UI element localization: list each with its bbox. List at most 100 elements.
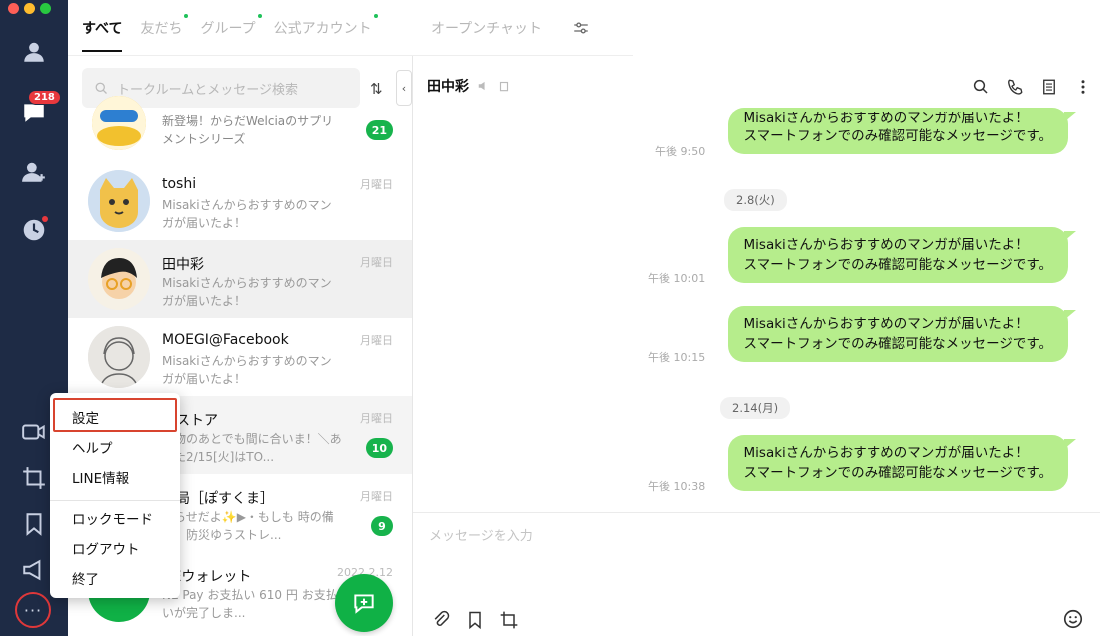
search-placeholder: トークルームとメッセージ検索	[117, 82, 298, 98]
tab-label: 公式アカウント	[273, 20, 372, 37]
avatar	[88, 248, 150, 310]
menu-item-line-info[interactable]: LINE情報	[72, 467, 129, 487]
new-chat-button[interactable]	[335, 574, 393, 632]
chat-header-actions	[972, 78, 1092, 96]
timeline-nav-button[interactable]	[18, 214, 50, 246]
cat-avatar-icon	[88, 170, 150, 232]
new-dot	[373, 13, 378, 18]
phone-icon[interactable]	[1006, 78, 1024, 96]
minimize-window-button[interactable]	[24, 3, 35, 14]
avatar	[88, 326, 150, 388]
chat-date: 月曜日	[360, 256, 393, 269]
bookmark-icon[interactable]	[465, 610, 485, 630]
crop-icon[interactable]	[499, 610, 519, 630]
menu-item-logout[interactable]: ログアウト	[72, 538, 140, 558]
chat-unread-badge: 218	[28, 90, 61, 105]
message-line: スマートフォンでのみ確認可能なメッセージです。	[743, 465, 1052, 481]
keep-nav-button[interactable]	[18, 508, 50, 540]
tab-official-accounts[interactable]: 公式アカウント	[273, 0, 378, 56]
chat-preview: 知らせだよ✨▶・もしも 時の備え、防災ゆうストレ...	[162, 510, 334, 542]
chat-list-item[interactable]: toshi Misakiさんからおすすめのマンガが届いたよ！ 月曜日	[68, 162, 412, 240]
search-icon	[95, 82, 107, 94]
more-vertical-icon[interactable]	[1074, 78, 1092, 96]
message-line: Misakiさんからおすすめのマンガが届いたよ！	[743, 316, 1029, 332]
timeline-notification-dot	[42, 216, 48, 222]
search-icon[interactable]	[972, 78, 990, 96]
tab-label: オープンチャット	[431, 20, 543, 37]
emoji-icon[interactable]	[1062, 608, 1084, 630]
bookmark-icon	[26, 513, 42, 536]
close-window-button[interactable]	[8, 3, 19, 14]
chat-header: 田中彩	[413, 56, 1100, 116]
message-line: スマートフォンでのみ確認可能なメッセージです。	[743, 257, 1052, 273]
menu-item-settings[interactable]: 設定	[72, 407, 99, 427]
new-chat-icon	[354, 594, 374, 614]
chat-date: 月曜日	[360, 178, 393, 191]
more-menu-button[interactable]: ···	[15, 592, 51, 628]
mute-icon	[478, 81, 485, 91]
message-bubble[interactable]: Misakiさんからおすすめのマンガが届いたよ！ スマートフォンでのみ確認可能な…	[727, 435, 1077, 491]
more-popup-menu: 設定 ヘルプ LINE情報 ロックモード ログアウト 終了	[50, 393, 180, 598]
tab-all[interactable]: すべて	[82, 0, 123, 56]
welcia-logo-icon	[92, 96, 146, 150]
copy-icon[interactable]	[497, 79, 511, 93]
unread-badge: 9	[371, 516, 393, 536]
message-bubble[interactable]: Misakiさんからおすすめのマンガが届いたよ！ スマートフォンでのみ確認可能な…	[727, 306, 1077, 362]
menu-item-lock-mode[interactable]: ロックモード	[72, 508, 153, 528]
chat-title: 田中彩	[427, 79, 469, 95]
video-call-nav-button[interactable]	[18, 416, 50, 448]
menu-item-quit[interactable]: 終了	[72, 568, 99, 588]
megaphone-icon	[23, 559, 41, 581]
new-dot	[257, 13, 262, 18]
chat-preview: Misakiさんからおすすめのマンガが届いたよ！	[162, 354, 332, 386]
screenshot-nav-button[interactable]	[18, 462, 50, 494]
ellipsis-icon: ···	[23, 600, 43, 620]
date-chip: 2.8(火)	[724, 189, 787, 211]
message-bubble[interactable]: Misakiさんからおすすめのマンガが届いたよ！ スマートフォンでのみ確認可能な…	[727, 227, 1077, 283]
message-time: 午後 10:15	[648, 351, 706, 364]
message-line: Misakiさんからおすすめのマンガが届いたよ！	[743, 237, 1029, 253]
menu-divider	[50, 500, 180, 501]
message-line: スマートフォンでのみ確認可能なメッセージです。	[743, 336, 1052, 352]
tab-label: すべて	[82, 20, 123, 37]
friends-nav-button[interactable]	[18, 36, 50, 68]
tab-label: 友だち	[140, 20, 183, 37]
collapse-list-button[interactable]: ‹	[396, 70, 412, 106]
message-input-area: メッセージを入力	[413, 512, 1100, 636]
chat-preview: 新登場！からだWelciaのサプリメントシリーズ	[162, 114, 334, 146]
window-controls	[8, 3, 51, 14]
tab-groups[interactable]: グループ	[200, 0, 262, 56]
unread-badge: 21	[365, 120, 393, 140]
line-app-window: 218 ··· すべて 友だち グループ 公式アカウント オープンチャット トー…	[0, 0, 1100, 636]
sort-button[interactable]: ⇅	[370, 80, 383, 98]
announcement-nav-button[interactable]	[18, 554, 50, 586]
message-bubble[interactable]: Misakiさんからおすすめのマンガが届いたよ！ スマートフォンでのみ確認可能な…	[727, 108, 1077, 154]
filter-settings-button[interactable]	[572, 0, 590, 56]
tab-open-chat[interactable]: オープンチャット	[431, 0, 542, 56]
message-time: 午後 10:38	[648, 480, 706, 493]
date-chip: 2.14(月)	[720, 397, 791, 419]
tab-friends[interactable]: 友だち	[140, 0, 189, 56]
person-icon	[24, 42, 44, 62]
add-friend-nav-button[interactable]	[18, 156, 50, 188]
paperclip-icon[interactable]	[431, 610, 451, 630]
message-input[interactable]: メッセージを入力	[429, 525, 533, 544]
zoom-window-button[interactable]	[40, 3, 51, 14]
chat-list-item[interactable]: 田中彩 Misakiさんからおすすめのマンガが届いたよ！ 月曜日	[68, 240, 412, 318]
add-person-icon	[22, 162, 45, 182]
chat-preview: 買物のあとでも間に合いま！＼あした2/15[火]はTO...	[162, 432, 342, 464]
composer-toolbar	[431, 610, 519, 630]
chat-list-item[interactable]: 新登場！からだWelciaのサプリメントシリーズ 21	[68, 96, 412, 162]
chat-filter-tabs-overflow: オープンチャット	[413, 0, 633, 56]
message-line: Misakiさんからおすすめのマンガが届いたよ！	[743, 445, 1029, 461]
message-line: Misakiさんからおすすめのマンガが届いたよ！	[743, 112, 1029, 126]
sketch-avatar-icon	[88, 326, 150, 388]
message-time: 午後 9:50	[655, 145, 706, 158]
crop-icon	[23, 467, 45, 489]
chat-list-item[interactable]: MOEGI@Facebook Misakiさんからおすすめのマンガが届いたよ！ …	[68, 318, 412, 396]
menu-item-help[interactable]: ヘルプ	[72, 437, 113, 457]
notes-icon[interactable]	[1040, 78, 1058, 96]
chats-nav-button[interactable]: 218	[18, 90, 61, 128]
avatar	[88, 170, 150, 232]
chat-name: toshi	[162, 176, 197, 192]
